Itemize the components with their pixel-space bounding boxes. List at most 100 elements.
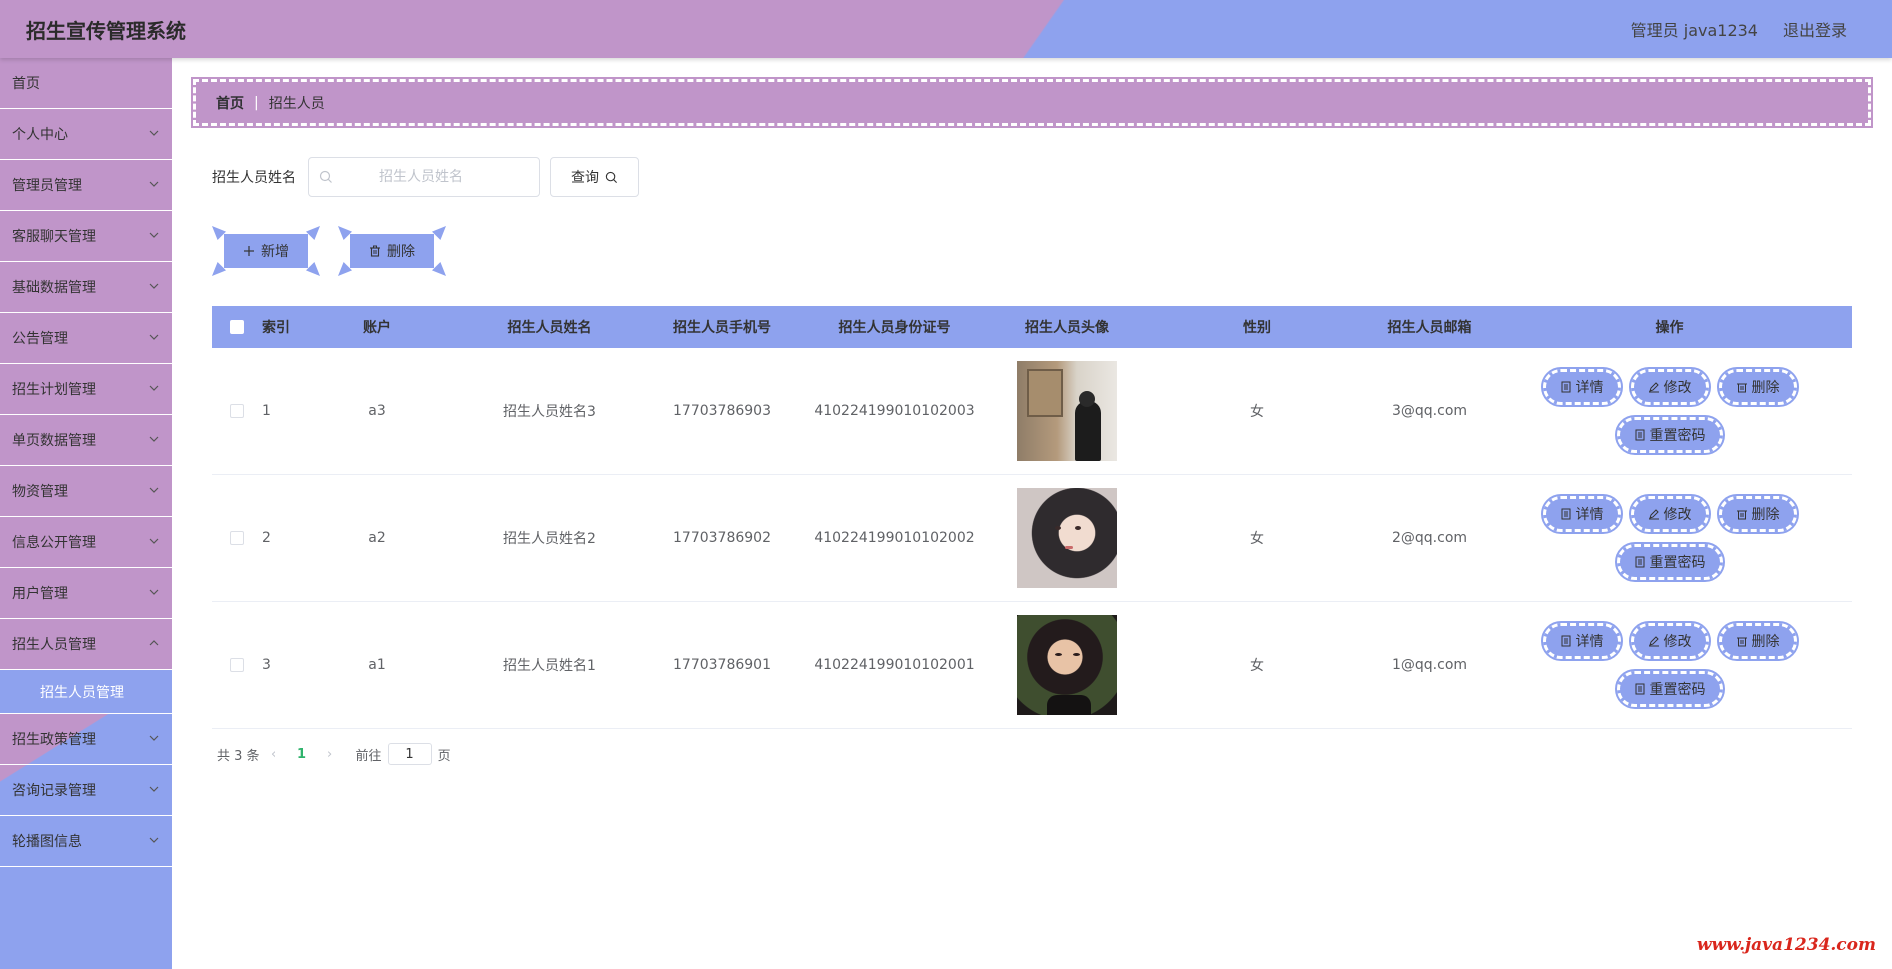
- sidebar-item-policy[interactable]: 招生政策管理: [0, 714, 172, 765]
- sidebar-item-label: 公告管理: [12, 331, 68, 347]
- edit-label: 修改: [1663, 507, 1692, 523]
- col-header-avatar: 招生人员头像: [1025, 320, 1109, 336]
- sidebar-item-label: 单页数据管理: [12, 433, 96, 449]
- sidebar-item-label: 首页: [12, 76, 40, 92]
- page-number-button[interactable]: 1: [288, 747, 316, 762]
- sidebar-item-label: 个人中心: [12, 127, 68, 143]
- cell-phone: 17703786901: [673, 657, 771, 673]
- detail-button[interactable]: 详情: [1540, 367, 1623, 407]
- col-header-phone: 招生人员手机号: [673, 320, 771, 336]
- sidebar-item-consult[interactable]: 咨询记录管理: [0, 765, 172, 816]
- cell-index: 1: [262, 403, 271, 419]
- document-icon: [1561, 635, 1570, 647]
- sidebar-item-basic-data[interactable]: 基础数据管理: [0, 262, 172, 313]
- reset-password-label: 重置密码: [1649, 428, 1706, 444]
- row-actions: 详情 修改 删除 重置密码: [1520, 367, 1820, 455]
- delete-button[interactable]: 删除: [1716, 621, 1799, 661]
- recruiter-table: 索引 账户 招生人员姓名 招生人员手机号 招生人员身份证号 招生人员头像 性别 …: [212, 306, 1852, 729]
- row-checkbox[interactable]: [230, 404, 244, 418]
- chevron-down-icon: [149, 538, 159, 544]
- chevron-down-icon: [149, 589, 159, 595]
- chevron-down-icon: [149, 487, 159, 493]
- logout-button[interactable]: 退出登录: [1783, 17, 1847, 41]
- prev-page-button[interactable]: ‹: [260, 747, 288, 762]
- sidebar-item-recruiters[interactable]: 招生人员管理: [0, 619, 172, 670]
- row-actions: 详情 修改 删除 重置密码: [1520, 621, 1820, 709]
- query-button[interactable]: 查询: [550, 157, 639, 197]
- col-header-index: 索引: [262, 320, 290, 336]
- detail-label: 详情: [1575, 507, 1604, 523]
- sidebar-item-users[interactable]: 用户管理: [0, 568, 172, 619]
- chevron-down-icon: [149, 283, 159, 289]
- sidebar-item-admin-manage[interactable]: 管理员管理: [0, 160, 172, 211]
- chevron-down-icon: [149, 181, 159, 187]
- breadcrumb: 首页 | 招生人员: [191, 77, 1873, 128]
- sidebar-item-info-public[interactable]: 信息公开管理: [0, 517, 172, 568]
- delete-button-wrap: 删除: [338, 226, 446, 276]
- sidebar-subitem-recruiters-manage[interactable]: 招生人员管理: [0, 670, 172, 714]
- detail-button[interactable]: 详情: [1540, 494, 1623, 534]
- sidebar-item-chat-manage[interactable]: 客服聊天管理: [0, 211, 172, 262]
- batch-delete-button[interactable]: 删除: [350, 234, 434, 268]
- sidebar-item-home[interactable]: 首页: [0, 58, 172, 109]
- chevron-down-icon: [149, 837, 159, 843]
- reset-password-button[interactable]: 重置密码: [1614, 415, 1725, 455]
- chevron-down-icon: [149, 735, 159, 741]
- sidebar-item-enroll-plan[interactable]: 招生计划管理: [0, 364, 172, 415]
- sidebar-item-label: 客服聊天管理: [12, 229, 96, 245]
- document-icon: [1561, 381, 1570, 393]
- avatar[interactable]: [1017, 615, 1117, 715]
- pencil-icon: [1648, 382, 1659, 393]
- edit-button[interactable]: 修改: [1628, 494, 1711, 534]
- goto-page-input[interactable]: [387, 743, 432, 765]
- detail-button[interactable]: 详情: [1540, 621, 1623, 661]
- sidebar-item-notice[interactable]: 公告管理: [0, 313, 172, 364]
- goto-suffix: 页: [437, 748, 451, 764]
- add-button[interactable]: 新增: [224, 234, 308, 268]
- chevron-down-icon: [149, 786, 159, 792]
- delete-button[interactable]: 删除: [1716, 367, 1799, 407]
- reset-password-button[interactable]: 重置密码: [1614, 669, 1725, 709]
- avatar[interactable]: [1017, 361, 1117, 461]
- search-input[interactable]: [309, 158, 539, 196]
- cell-idcard: 410224199010102003: [814, 403, 975, 419]
- next-page-button[interactable]: ›: [316, 747, 344, 762]
- sidebar-item-label: 物资管理: [12, 484, 68, 500]
- sidebar-item-label: 招生计划管理: [12, 382, 96, 398]
- cell-email: 2@qq.com: [1391, 530, 1468, 546]
- pencil-icon: [1648, 636, 1659, 647]
- sidebar-item-single-page[interactable]: 单页数据管理: [0, 415, 172, 466]
- col-header-name: 招生人员姓名: [507, 320, 592, 336]
- row-checkbox[interactable]: [230, 531, 244, 545]
- cell-account: a2: [368, 530, 386, 546]
- sidebar-item-label: 基础数据管理: [12, 280, 96, 296]
- cell-phone: 17703786903: [673, 403, 771, 419]
- edit-button[interactable]: 修改: [1628, 367, 1711, 407]
- row-actions: 详情 修改 删除 重置密码: [1520, 494, 1820, 582]
- cell-name: 招生人员姓名1: [503, 658, 596, 674]
- cell-sex: 女: [1250, 404, 1264, 420]
- delete-button-label: 删除: [387, 244, 415, 260]
- avatar[interactable]: [1017, 488, 1117, 588]
- reset-password-label: 重置密码: [1649, 555, 1706, 571]
- sidebar-item-label: 信息公开管理: [12, 535, 96, 551]
- chevron-down-icon: [149, 130, 159, 136]
- delete-button[interactable]: 删除: [1716, 494, 1799, 534]
- action-toolbar: 新增 删除: [212, 226, 446, 276]
- cell-sex: 女: [1250, 531, 1264, 547]
- cell-email: 1@qq.com: [1391, 657, 1468, 673]
- select-all-checkbox[interactable]: [230, 320, 244, 334]
- sidebar-item-materials[interactable]: 物资管理: [0, 466, 172, 517]
- sidebar-item-carousel[interactable]: 轮播图信息: [0, 816, 172, 867]
- sidebar-item-personal-center[interactable]: 个人中心: [0, 109, 172, 160]
- row-checkbox[interactable]: [230, 658, 244, 672]
- col-header-ops: 操作: [1655, 320, 1684, 336]
- trash-icon: [370, 245, 380, 257]
- reset-password-button[interactable]: 重置密码: [1614, 542, 1725, 582]
- edit-button[interactable]: 修改: [1628, 621, 1711, 661]
- document-icon: [1561, 508, 1570, 520]
- sidebar-item-label: 招生人员管理: [12, 637, 96, 653]
- breadcrumb-home[interactable]: 首页: [216, 93, 244, 113]
- search-icon: [605, 171, 618, 183]
- search-icon: [319, 170, 332, 183]
